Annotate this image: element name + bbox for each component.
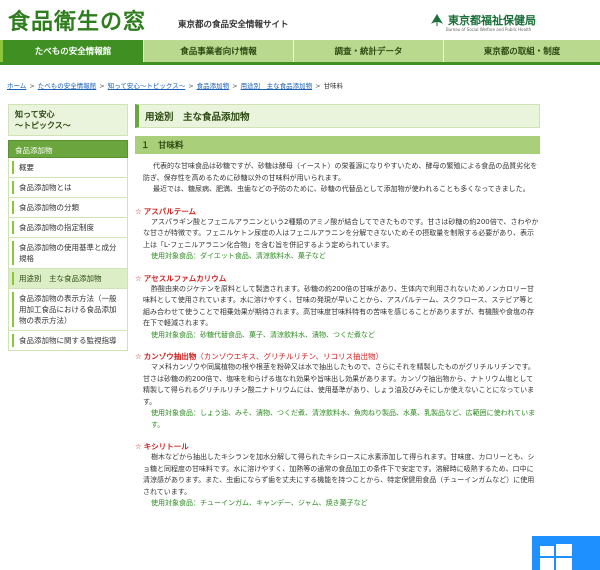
section-title: １ 甘味料 <box>135 136 540 154</box>
breadcrumb: ホーム > たべもの安全情報館 > 知って安心～トピックス～ > 食品添加物 > 用途別 主な食… <box>7 80 343 90</box>
nav-tab-initiatives[interactable]: 東京都の取組・制度 <box>444 40 600 62</box>
intro-paragraph: 代表的な甘味食品は砂糖ですが、砂糖は酵母（イースト）の栄養源になりやすいため、酵… <box>143 162 538 182</box>
additive-title: ☆ アセスルファムカリウム <box>135 273 540 284</box>
page-title: 用途別 主な食品添加物 <box>135 104 540 128</box>
org-name: 東京都福祉保健局 <box>448 14 536 27</box>
org-logo[interactable]: 東京都福祉保健局 <box>430 12 536 28</box>
site-subtitle: 東京都の食品安全情報サイト <box>178 20 289 30</box>
additive-name: アスパルテーム <box>143 206 197 216</box>
additive-description: 酢酸由来のジケテンを原料として製造されます。砂糖の約200倍の甘味があり、生体内… <box>143 284 535 328</box>
sidebar-item-monitoring[interactable]: 食品添加物に関する監視指導 <box>9 331 127 351</box>
additive-title: ☆ キシリトール <box>135 441 540 452</box>
additive-item: ☆ アスパルテーム アスパラギン酸とフェニルアラニンという2種類のアミノ酸が結合し… <box>135 206 540 263</box>
additive-alias: （カンゾウエキス、グリチルリチン、リコリス抽出物） <box>196 352 384 361</box>
sidebar-list: 概要 食品添加物とは 食品添加物の分類 食品添加物の指定制度 食品添加物の使用基… <box>8 158 128 351</box>
star-icon: ☆ <box>135 352 142 361</box>
nav-tab-food-safety[interactable]: たべもの安全情報館 <box>0 40 144 62</box>
sidebar-item-overview[interactable]: 概要 <box>9 158 127 178</box>
additive-item: ☆ アセスルファムカリウム 酢酸由来のジケテンを原料として製造されます。砂糖の約2… <box>135 273 540 342</box>
nav-underline <box>0 62 600 65</box>
sidebar: 知って安心 ～トピックス～ 食品添加物 概要 食品添加物とは 食品添加物の分類 … <box>8 104 128 351</box>
sidebar-heading-line1: 知って安心 <box>15 110 55 119</box>
sidebar-category[interactable]: 食品添加物 <box>8 140 128 158</box>
additive-description: 樹木などから抽出したキシランを加水分解して得られたキシロースに水素添加して得られ… <box>143 453 535 496</box>
additive-name: アセスルファムカリウム <box>143 273 227 283</box>
additive-target-foods: 使用対象食品：チューインガム、キャンデー、ジャム、焼き菓子など <box>151 499 368 507</box>
sidebar-item-what-is[interactable]: 食品添加物とは <box>9 178 127 198</box>
global-nav: たべもの安全情報館 食品事業者向け情報 調査・統計データ 東京都の取組・制度 <box>0 40 600 62</box>
breadcrumb-separator: > <box>315 82 321 90</box>
site-logo-title[interactable]: 食品衛生の窓 <box>8 4 146 36</box>
nav-tab-business[interactable]: 食品事業者向け情報 <box>144 40 294 62</box>
sidebar-heading[interactable]: 知って安心 ～トピックス～ <box>8 104 128 136</box>
additive-target-foods: 使用対象食品：砂糖代替食品、菓子、清涼飲料水、漬物、つくだ煮など <box>151 330 375 339</box>
additive-title: ☆ アスパルテーム <box>135 206 540 217</box>
breadcrumb-separator: > <box>29 82 35 90</box>
windows-logo-icon <box>532 536 600 570</box>
breadcrumb-separator: > <box>232 82 238 90</box>
additive-description: アスパラギン酸とフェニルアラニンという2種類のアミノ酸が結合してできたものです。… <box>143 217 539 249</box>
breadcrumb-current: 甘味料 <box>323 82 344 90</box>
additive-item: ☆ カンゾウ抽出物（カンゾウエキス、グリチルリチン、リコリス抽出物） マメ科カンゾ… <box>135 351 540 431</box>
star-icon: ☆ <box>135 273 142 283</box>
main-content: 用途別 主な食品添加物 １ 甘味料 代表的な甘味食品は砂糖ですが、砂糖は酵母（イ… <box>135 104 540 510</box>
breadcrumb-separator: > <box>188 82 194 90</box>
site-header: 食品衛生の窓 東京都の食品安全情報サイト 東京都福祉保健局 Bureau of … <box>0 0 600 40</box>
sidebar-item-designation[interactable]: 食品添加物の指定制度 <box>9 218 127 238</box>
sidebar-item-classification[interactable]: 食品添加物の分類 <box>9 198 127 218</box>
additive-description: マメ科カンゾウや同属植物の根や根茎を粉砕又は水で抽出したもので、さらにそれを精製… <box>143 363 535 406</box>
breadcrumb-separator: > <box>99 82 105 90</box>
star-icon: ☆ <box>135 442 142 451</box>
sidebar-heading-line2: ～トピックス～ <box>15 121 71 130</box>
sidebar-item-standards[interactable]: 食品添加物の使用基準と成分規格 <box>9 238 127 269</box>
breadcrumb-food-safety[interactable]: たべもの安全情報館 <box>38 82 97 90</box>
additive-name: キシリトール <box>143 442 189 451</box>
nav-tab-statistics[interactable]: 調査・統計データ <box>294 40 444 62</box>
breadcrumb-additives[interactable]: 食品添加物 <box>197 82 230 90</box>
ginkgo-leaf-icon <box>430 13 444 27</box>
additive-name: カンゾウ抽出物 <box>143 352 197 361</box>
star-icon: ☆ <box>135 206 142 216</box>
breadcrumb-by-use[interactable]: 用途別 主な食品添加物 <box>241 82 313 90</box>
additive-target-foods: 使用対象食品：しょう油、みそ、漬物、つくだ煮、清涼飲料水、魚肉ねり製品、水菓、乳… <box>151 409 536 429</box>
sidebar-item-labeling[interactable]: 食品添加物の表示方法（一般用加工食品における食品添加物の表示方法） <box>9 289 127 331</box>
org-name-english: Bureau of Social Welfare and Public Heal… <box>446 27 532 32</box>
additive-title: ☆ カンゾウ抽出物（カンゾウエキス、グリチルリチン、リコリス抽出物） <box>135 351 540 362</box>
breadcrumb-topics[interactable]: 知って安心～トピックス～ <box>108 82 185 90</box>
additive-target-foods: 使用対象食品：ダイエット食品、清涼飲料水、菓子など <box>151 252 326 260</box>
breadcrumb-home[interactable]: ホーム <box>7 82 26 90</box>
additive-item: ☆ キシリトール 樹木などから抽出したキシランを加水分解して得られたキシロースに水… <box>135 441 540 510</box>
sidebar-item-by-use[interactable]: 用途別 主な食品添加物 <box>9 269 127 289</box>
intro-paragraph: 最近では、糖尿病、肥満、虫歯などの予防のために、砂糖の代替品として添加物が使われ… <box>153 185 530 193</box>
